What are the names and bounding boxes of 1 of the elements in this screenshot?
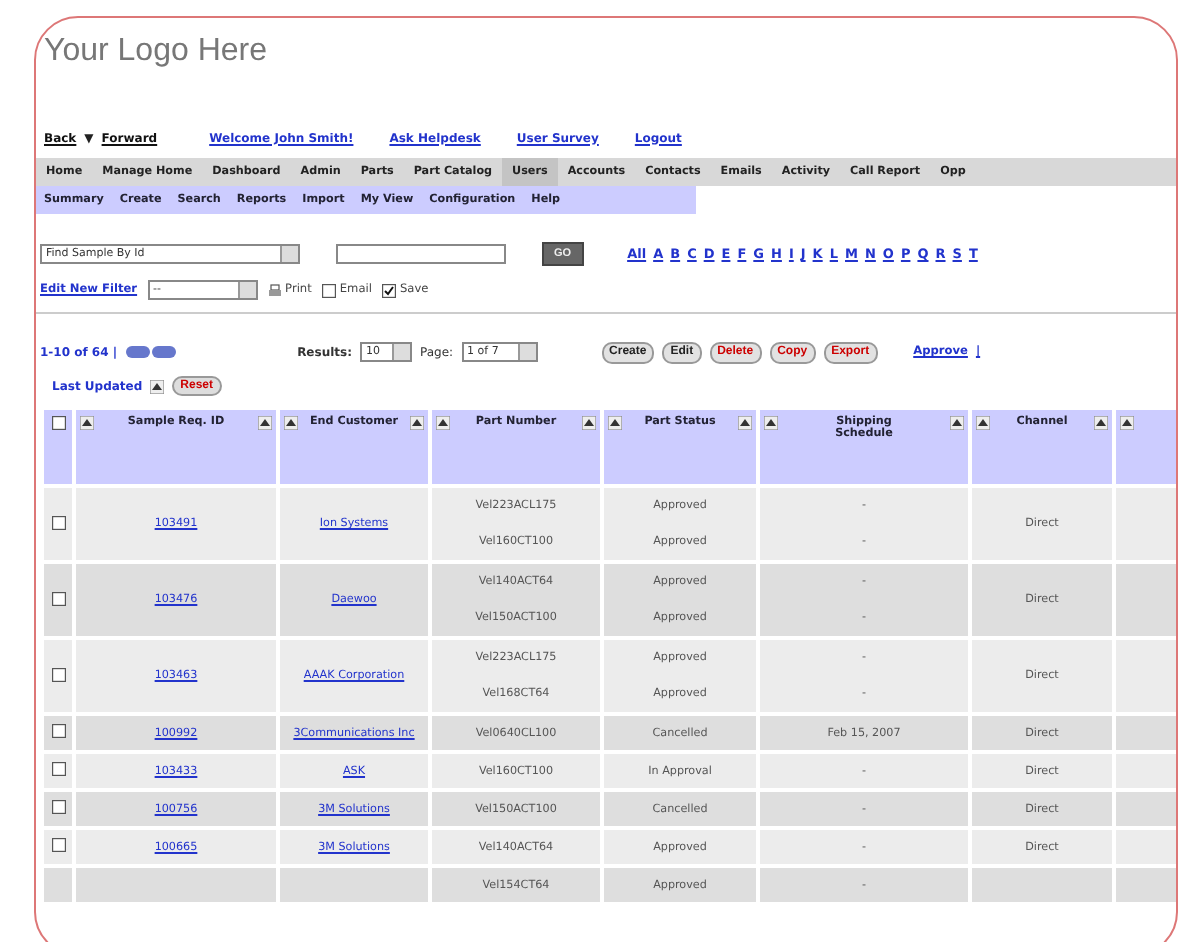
logo-text: Your Logo Here xyxy=(42,32,269,72)
